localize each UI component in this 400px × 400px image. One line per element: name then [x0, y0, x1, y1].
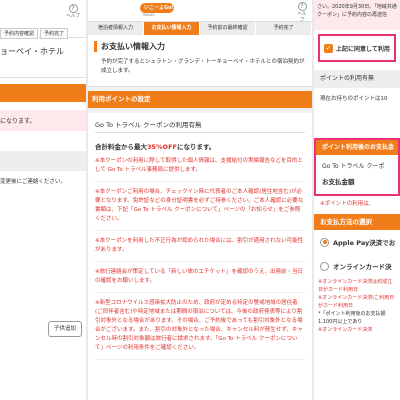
online-card-label: オンラインカード決	[333, 263, 392, 271]
payment-note: ※オンラインカード決済(こ利用日がカード利用日	[318, 295, 395, 309]
note-item: ※本クーポンを利用した不正行為が認められた場合には、割引が適用されない可能性があ…	[95, 231, 305, 262]
logo-subtext: TRAVEL	[142, 13, 156, 17]
step-complete: 予約完了	[256, 22, 312, 35]
screenshot-collage: ? ヘルプ 予約内容確認 予約完了 ョーペイ・ホテル になります。 変更後にご連…	[0, 0, 400, 400]
payment-note: ※オンラインカード決済	[318, 327, 373, 333]
left-panel: ? ヘルプ 予約内容確認 予約完了 ョーペイ・ホテル になります。 変更後にご連…	[0, 0, 86, 400]
logo-text: いこーよGo!	[144, 5, 174, 11]
coupon-row: Go To トラベル クーポ	[322, 163, 385, 170]
add-child-button[interactable]: 子供追加	[48, 321, 82, 337]
discount-text: 合計料金から最大35%OFFになります。	[95, 141, 305, 151]
step-tabs: 予約内容確認 予約完了	[0, 28, 86, 39]
site-header: いこーよGo! TRAVEL ? ヘルプ	[88, 0, 312, 23]
discount-prefix: 合計料金から最大	[95, 143, 147, 151]
tab-complete: 予約完了	[40, 28, 69, 39]
help-label: ヘルプ	[66, 14, 80, 19]
contact-note: 変更後にご連絡ください。	[0, 179, 66, 185]
question-icon: ?	[68, 4, 78, 13]
radio-selected-icon	[320, 237, 329, 247]
step-payment-info: お支払い情報入力	[144, 22, 200, 35]
notice-text: さい。2020年9月30日、「地域共通クーポン」に予約内容の再送信	[314, 0, 400, 30]
help-label: ヘルプ	[297, 12, 307, 23]
points-balance: 現在お持ちのポイントは10	[320, 96, 388, 102]
left-header: ? ヘルプ 予約内容確認 予約完了	[0, 0, 86, 39]
payment-summary-box: ポイント利用後のお支払金額 Go To トラベル クーポ お支払金額	[314, 138, 400, 196]
payment-summary-header: ポイント利用後のお支払金額	[316, 140, 398, 166]
note-item: ※本クーポンご利用の場合、チェックイン時に代表者のご本人確認(居住地含む)が必要…	[95, 182, 305, 231]
hotel-name: ョーペイ・ホテル	[0, 38, 86, 78]
payment-method-header: お支払方法の選択	[314, 214, 400, 230]
question-icon: ?	[297, 2, 307, 11]
tab-confirm: 予約内容確認	[0, 28, 39, 39]
payment-note: ※オンラインカード決済は約成立日がカード利用日	[318, 279, 393, 293]
step-guest-info: 宿泊者情報入力	[88, 22, 144, 35]
right-panel: さい。2020年9月30日、「地域共通クーポン」に予約内容の再送信 ✓ 上記に同…	[314, 0, 400, 400]
section-divider	[0, 151, 86, 171]
radio-icon	[320, 261, 329, 271]
points-note: ※ポイントの利用は、	[320, 201, 375, 207]
page-intro: 予約が完了するとシェラトン・グランデ・トーキョーベイ・ホテルとの宿泊契約が成立し…	[101, 59, 305, 74]
point-usage-header: ポイントの利用有無	[314, 70, 400, 88]
section-bar	[0, 84, 86, 102]
page-title-block: お支払い情報入力 予約が完了するとシェラトン・グランデ・トーキョーベイ・ホテルと…	[88, 35, 312, 87]
note-item: ※旅行連絡会が策定している「新しい旅のエチケット」を確認のうえ、出発前・当日の確…	[95, 262, 305, 293]
payment-note: *「ポイント利用後のお支払額1,100円以上であり	[318, 311, 386, 325]
page-title: お支払い情報入力	[94, 41, 306, 52]
notice-text: になります。	[0, 110, 86, 131]
agree-label: 上記に同意して利用	[336, 45, 390, 53]
progress-steps: 宿泊者情報入力 お支払い情報入力 予約前の最終確認 予約完了	[88, 22, 312, 35]
note-item: ※本クーポンの利用に際して取得した個人情報は、支援給付の実績報告などを目的として…	[95, 151, 305, 182]
step-final-check: 予約前の最終確認	[200, 22, 256, 35]
middle-panel: いこーよGo! TRAVEL ? ヘルプ 宿泊者情報入力 お支払い情報入力 予約…	[88, 0, 312, 400]
discount-percent: 35%OFF	[147, 143, 177, 151]
site-logo[interactable]: いこーよGo! TRAVEL	[140, 3, 228, 19]
apple-pay-radio[interactable]: Apple Pay決済でお	[314, 230, 400, 254]
online-card-radio[interactable]: オンラインカード決	[314, 254, 400, 278]
agree-checkbox[interactable]: ✓ 上記に同意して利用	[318, 34, 396, 62]
note-item: ※新型コロナウイルス感染拡大防止のため、政府が定める特定の警戒地域の居住者(ご同…	[95, 293, 305, 360]
help-button[interactable]: ? ヘルプ	[296, 2, 308, 23]
coupon-heading: Go To トラベル クーポンの利用有無	[95, 119, 305, 133]
payment-amount: お支払金額	[322, 178, 355, 186]
coupon-section: Go To トラベル クーポンの利用有無 合計料金から最大35%OFFになります…	[88, 113, 312, 400]
help-button[interactable]: ? ヘルプ	[66, 4, 80, 19]
points-section-header: 利用ポイントの設定	[88, 91, 312, 108]
discount-suffix: になります。	[176, 143, 216, 151]
checkmark-icon: ✓	[324, 43, 333, 53]
apple-pay-label: Apple Pay決済でお	[333, 239, 396, 247]
payment-notes: ※オンラインカード決済は約成立日がカード利用日 ※オンラインカード決済(こ利用日…	[314, 278, 400, 334]
